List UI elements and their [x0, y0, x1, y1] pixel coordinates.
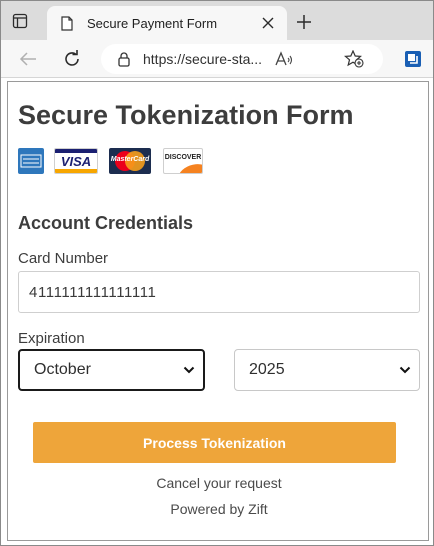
refresh-icon[interactable] — [59, 46, 85, 72]
chevron-down-icon — [183, 361, 195, 379]
cancel-request-link[interactable]: Cancel your request — [18, 475, 420, 491]
section-title: Account Credentials — [18, 213, 194, 233]
tab-strip: Secure Payment Form — [1, 1, 433, 40]
discover-swoosh — [175, 160, 202, 173]
discover-logo-text: DISCOVER — [164, 154, 202, 161]
tab-title: Secure Payment Form — [87, 15, 218, 31]
chevron-down-icon — [399, 361, 411, 379]
url-text[interactable]: https://secure-sta... — [143, 51, 263, 67]
tab-actions-icon[interactable] — [9, 10, 31, 32]
browser-window: Secure Payment Form https://secure-sta..… — [0, 0, 434, 546]
new-tab-icon[interactable] — [293, 11, 315, 33]
month-selected-value: October — [34, 361, 91, 378]
back-arrow-icon[interactable] — [15, 46, 41, 72]
visa-logo: VISA — [54, 148, 98, 174]
discover-logo: DISCOVER — [163, 148, 203, 174]
form-title: Secure Tokenization Form — [18, 100, 354, 130]
extension-icon[interactable] — [400, 46, 426, 72]
card-number-input[interactable] — [18, 271, 420, 313]
lock-icon[interactable] — [117, 51, 131, 67]
expiration-year-select[interactable]: 2025 — [234, 349, 420, 391]
amex-logo — [18, 148, 44, 174]
browser-toolbar: https://secure-sta... — [1, 40, 433, 78]
year-selected-value: 2025 — [249, 361, 285, 378]
powered-by-text: Powered by Zift — [170, 501, 268, 517]
close-icon[interactable] — [257, 12, 279, 34]
mastercard-logo-text: MasterCard — [110, 156, 150, 163]
page-icon — [59, 15, 75, 31]
process-tokenization-button[interactable]: Process Tokenization — [33, 422, 396, 463]
address-bar[interactable]: https://secure-sta... — [101, 44, 383, 74]
page-viewport: Secure Tokenization Form VISA MasterCard — [7, 81, 429, 541]
mastercard-logo: MasterCard — [109, 148, 151, 174]
add-favorite-icon[interactable] — [343, 48, 365, 70]
tab-secure-payment-form[interactable]: Secure Payment Form — [47, 6, 287, 40]
read-aloud-icon[interactable] — [273, 48, 295, 70]
expiration-month-select[interactable]: October — [18, 349, 205, 391]
visa-logo-text: VISA — [60, 154, 92, 169]
card-number-label: Card Number — [18, 250, 109, 267]
expiration-label: Expiration — [18, 330, 85, 347]
